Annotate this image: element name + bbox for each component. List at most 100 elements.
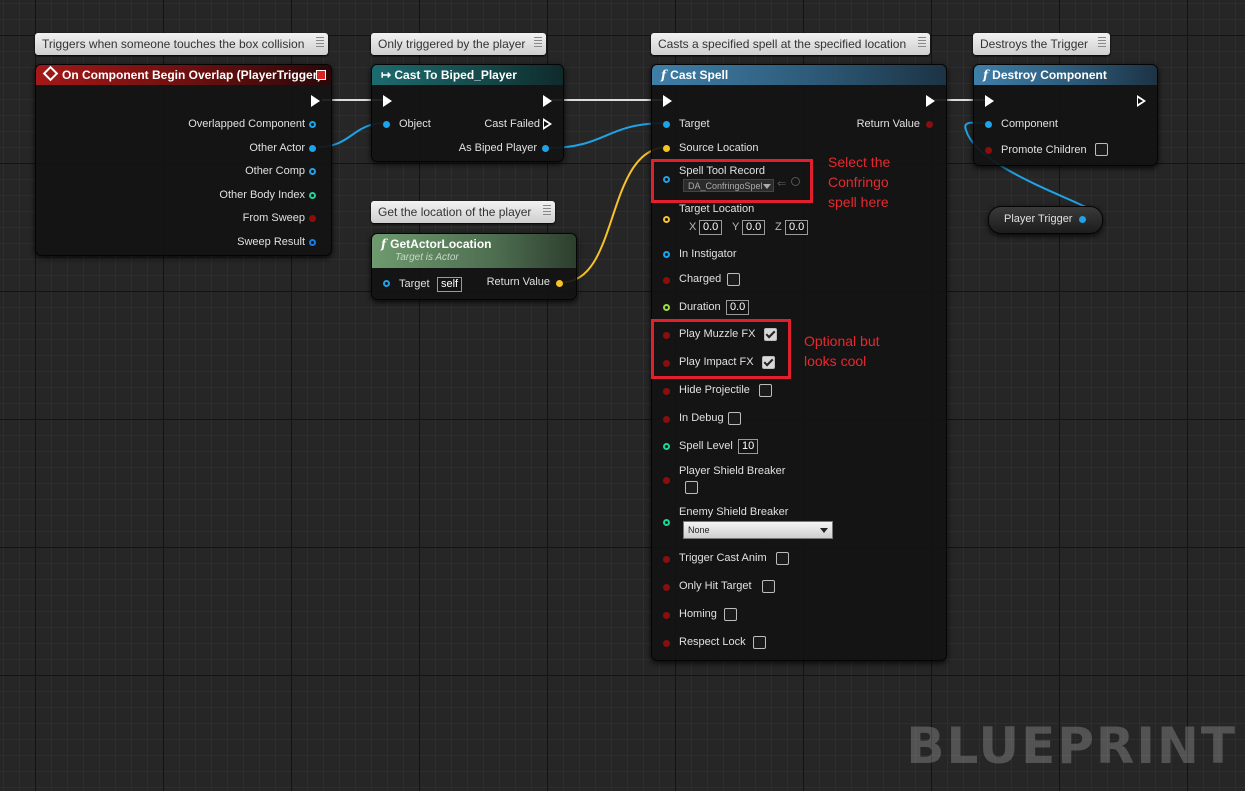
pin-label-respect-lock: Respect Lock: [679, 636, 746, 648]
pin-label-overlapped-component: Overlapped Component: [188, 118, 305, 130]
exec-in-pin[interactable]: [663, 95, 672, 107]
exec-out-pin[interactable]: [311, 95, 320, 107]
function-icon: f: [661, 68, 667, 82]
node-title: Destroy Component: [992, 68, 1107, 82]
hide-projectile-checkbox[interactable]: [759, 384, 772, 397]
exec-in-pin[interactable]: [383, 95, 392, 107]
comment-text: Triggers when someone touches the box co…: [42, 37, 305, 51]
vector-z-label: Z: [775, 221, 782, 233]
comment-text: Destroys the Trigger: [980, 37, 1089, 51]
self-field[interactable]: self: [437, 277, 463, 292]
variable-label: Player Trigger: [1004, 213, 1073, 225]
pin-promote-children[interactable]: [985, 147, 992, 154]
duration-field[interactable]: 0.0: [726, 300, 750, 315]
annotation-line: Select the: [828, 154, 891, 170]
annotation-line: Optional but: [804, 333, 880, 349]
exec-in-pin[interactable]: [985, 95, 994, 107]
get-actor-location-node[interactable]: f GetActorLocation Target is Actor Target…: [371, 233, 577, 300]
exec-out-pin[interactable]: [543, 95, 552, 107]
pin-only-hit-target[interactable]: [663, 584, 670, 591]
pin-target[interactable]: [383, 280, 390, 287]
pin-enemy-shield-breaker[interactable]: [663, 519, 670, 526]
grip-icon[interactable]: [316, 37, 324, 49]
pin-as-biped-player[interactable]: [542, 145, 549, 152]
pin-charged[interactable]: [663, 277, 670, 284]
pin-from-sweep[interactable]: [309, 215, 316, 222]
highlight-box-spell-tool: [651, 159, 813, 203]
pin-other-actor[interactable]: [309, 145, 316, 152]
pin-label-in-instigator: In Instigator: [679, 248, 737, 260]
pin-label-target: Target: [399, 278, 430, 290]
destroy-component-node[interactable]: f Destroy Component Component Promote Chi…: [973, 64, 1158, 166]
enemy-shield-breaker-value: None: [688, 525, 710, 535]
pin-player-shield-breaker[interactable]: [663, 477, 670, 484]
comment-text: Only triggered by the player: [378, 37, 526, 51]
pin-return-value[interactable]: [556, 280, 563, 287]
cast-to-node[interactable]: ↦ Cast To Biped_Player Object Cast Faile…: [371, 64, 564, 162]
in-debug-checkbox[interactable]: [728, 412, 741, 425]
grip-icon[interactable]: [1098, 37, 1106, 49]
pin-label-charged: Charged: [679, 273, 722, 285]
pin-label-cast-failed: Cast Failed: [484, 118, 540, 130]
pin-in-debug[interactable]: [663, 416, 670, 423]
vector-x-field[interactable]: 0.0: [699, 220, 723, 235]
exec-hollow-inner: [1138, 98, 1143, 104]
respect-lock-checkbox[interactable]: [753, 636, 766, 649]
only-hit-target-checkbox[interactable]: [762, 580, 775, 593]
comment-cast-spell[interactable]: Casts a specified spell at the specified…: [651, 33, 930, 55]
grip-icon[interactable]: [918, 37, 926, 49]
node-title: On Component Begin Overlap (PlayerTrigge…: [62, 68, 322, 82]
pin-overlapped-component[interactable]: [309, 121, 316, 128]
comment-get-location[interactable]: Get the location of the player: [371, 201, 555, 223]
pin-label-other-actor: Other Actor: [249, 142, 305, 154]
pin-target-location[interactable]: [663, 216, 670, 223]
pin-target[interactable]: [663, 121, 670, 128]
grip-icon[interactable]: [534, 37, 542, 49]
pin-sweep-result[interactable]: [309, 239, 316, 246]
event-diamond-icon: [42, 65, 59, 82]
pin-label-as-biped: As Biped Player: [458, 142, 537, 154]
pin-return-value[interactable]: [926, 121, 933, 128]
pin-other-comp[interactable]: [309, 168, 316, 175]
pin-label-duration: Duration: [679, 301, 721, 313]
pin-hide-projectile[interactable]: [663, 388, 670, 395]
exec-out-pin[interactable]: [926, 95, 935, 107]
exec-hollow-inner: [544, 121, 549, 127]
pin-object[interactable]: [383, 121, 390, 128]
node-title: GetActorLocation: [390, 237, 492, 251]
spell-level-field[interactable]: 10: [738, 439, 759, 454]
trigger-cast-anim-checkbox[interactable]: [776, 552, 789, 565]
player-trigger-variable-node[interactable]: Player Trigger: [988, 206, 1103, 234]
homing-checkbox[interactable]: [724, 608, 737, 621]
player-shield-breaker-checkbox[interactable]: [685, 481, 698, 494]
wire-biped-to-target: [547, 122, 667, 149]
pin-label-spell-level: Spell Level: [679, 440, 733, 452]
pin-player-trigger[interactable]: [1079, 216, 1086, 223]
overlap-event-node[interactable]: On Component Begin Overlap (PlayerTrigge…: [35, 64, 332, 256]
annotation-line: Confringo: [828, 174, 889, 190]
vector-y-field[interactable]: 0.0: [742, 220, 766, 235]
comment-destroy[interactable]: Destroys the Trigger: [973, 33, 1110, 55]
pin-in-instigator[interactable]: [663, 251, 670, 258]
pin-label-component: Component: [1001, 118, 1058, 130]
enemy-shield-breaker-select[interactable]: None: [683, 521, 833, 539]
pin-trigger-cast-anim[interactable]: [663, 556, 670, 563]
pin-homing[interactable]: [663, 612, 670, 619]
vector-x-label: X: [689, 221, 697, 233]
pin-label-in-debug: In Debug: [679, 412, 724, 424]
comment-overlap[interactable]: Triggers when someone touches the box co…: [35, 33, 328, 55]
node-title: Cast Spell: [670, 68, 729, 82]
pin-respect-lock[interactable]: [663, 640, 670, 647]
pin-component[interactable]: [985, 121, 992, 128]
pin-spell-level[interactable]: [663, 443, 670, 450]
pin-duration[interactable]: [663, 304, 670, 311]
vector-z-field[interactable]: 0.0: [785, 220, 809, 235]
grip-icon[interactable]: [543, 205, 551, 217]
comment-cast-to[interactable]: Only triggered by the player: [371, 33, 546, 55]
pin-source-location[interactable]: [663, 145, 670, 152]
delegate-square-icon[interactable]: [316, 70, 326, 80]
pin-other-body-index[interactable]: [309, 192, 316, 199]
function-icon: f: [381, 237, 387, 251]
promote-children-checkbox[interactable]: [1095, 143, 1108, 156]
charged-checkbox[interactable]: [727, 273, 740, 286]
